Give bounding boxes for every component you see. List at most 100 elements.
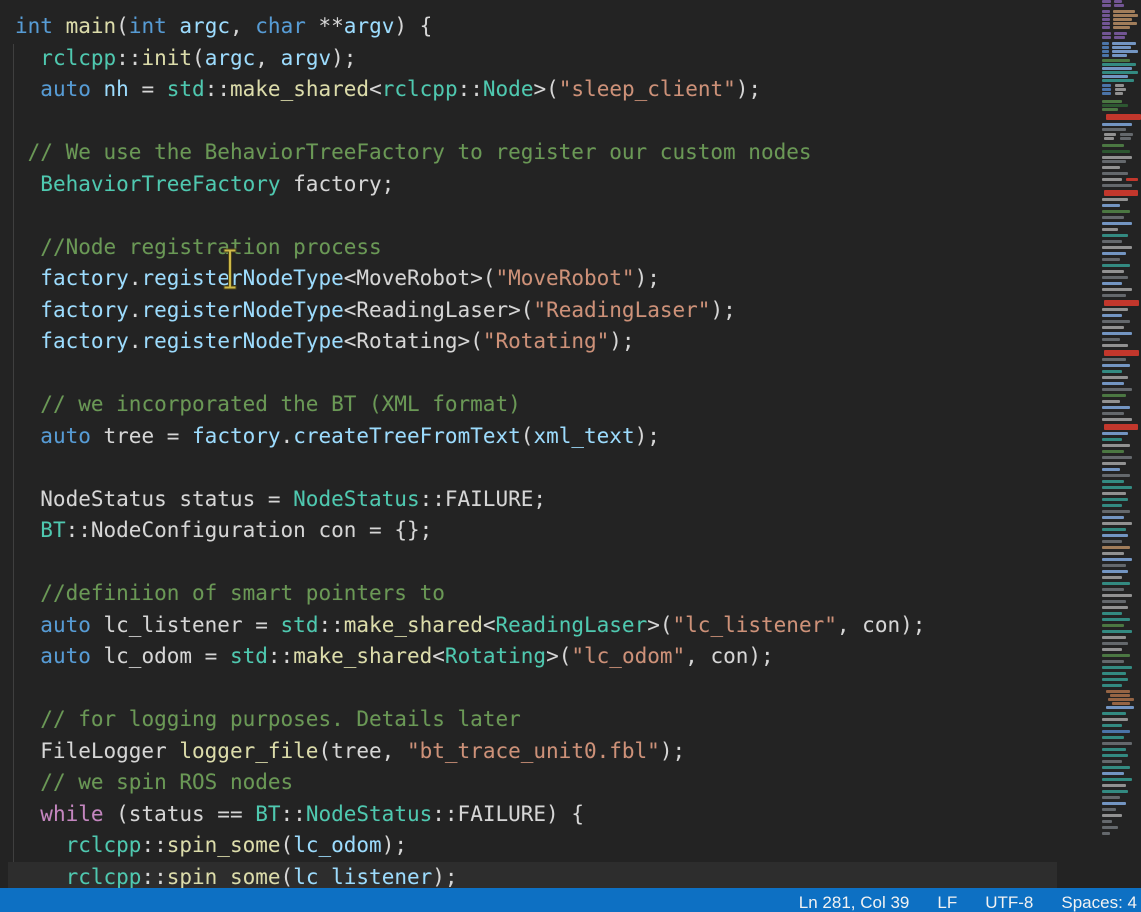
code-token: :: [116,46,141,70]
minimap-line [1102,332,1132,335]
minimap-line [1102,826,1118,829]
code-token [15,46,40,70]
code-line[interactable] [0,358,1057,390]
status-eol-sequence[interactable]: LF [937,893,957,912]
code-line[interactable] [0,452,1057,484]
code-token: Rotating [445,644,546,668]
minimap-line [1102,412,1124,415]
minimap-line [1102,54,1109,57]
code-token [15,77,40,101]
code-token: argc [179,14,230,38]
minimap-line [1102,486,1132,489]
code-line[interactable]: // we incorporated the BT (XML format) [0,389,1057,421]
code-token: NodeStatus [293,487,419,511]
minimap-line [1102,576,1122,579]
minimap-line [1104,424,1138,430]
code-line[interactable]: factory.registerNodeType<ReadingLaser>("… [0,295,1057,327]
minimap-line [1102,522,1132,525]
minimap-line [1102,264,1130,267]
code-line[interactable]: FileLogger logger_file(tree, "bt_trace_u… [0,736,1057,768]
minimap-line [1102,600,1126,603]
code-token: make_shared [344,613,483,637]
minimap-line [1102,618,1130,621]
status-indentation[interactable]: Spaces: 4 [1061,893,1137,912]
code-line[interactable]: // we spin ROS nodes [0,767,1057,799]
code-token: argv [344,14,395,38]
code-token: make_shared [230,77,369,101]
code-token: BT [255,802,280,826]
minimap-line [1102,314,1122,317]
code-line[interactable]: //definiion of smart pointers to [0,578,1057,610]
code-line[interactable]: // for logging purposes. Details later [0,704,1057,736]
minimap-line [1102,588,1124,591]
code-token: ::FAILURE; [420,487,546,511]
minimap-line [1102,742,1132,745]
minimap-line [1102,216,1124,219]
code-token: :: [268,644,293,668]
code-line[interactable]: rclcpp::spin_some(lc_odom); [0,830,1057,862]
minimap-line [1102,678,1128,681]
minimap-line [1102,552,1124,555]
minimap-line [1102,178,1122,181]
code-line[interactable] [0,106,1057,138]
code-token: ); [736,77,761,101]
code-line[interactable]: factory.registerNodeType<MoveRobot>("Mov… [0,263,1057,295]
code-token: ); [635,266,660,290]
minimap-line [1102,468,1120,471]
minimap-line [1102,724,1122,727]
code-line[interactable]: auto lc_listener = std::make_shared<Read… [0,610,1057,642]
code-line[interactable]: BT::NodeConfiguration con = {}; [0,515,1057,547]
minimap-line [1115,84,1124,87]
minimap-line [1102,766,1130,769]
code-token: rclcpp [382,77,458,101]
code-line[interactable]: NodeStatus status = NodeStatus::FAILURE; [0,484,1057,516]
code-line[interactable]: factory.registerNodeType<Rotating>("Rota… [0,326,1057,358]
code-token [15,613,40,637]
code-line[interactable]: auto tree = factory.createTreeFromText(x… [0,421,1057,453]
minimap-line [1102,22,1110,25]
minimap-line [1102,736,1124,739]
minimap-line [1102,672,1126,675]
minimap-line [1102,718,1128,721]
code-token: <Rotating>( [344,329,483,353]
code-line[interactable]: auto nh = std::make_shared<rclcpp::Node>… [0,74,1057,106]
minimap-line [1102,594,1132,597]
code-token: ( [521,424,534,448]
code-token: (tree, [318,739,407,763]
code-line[interactable] [0,200,1057,232]
code-line[interactable]: auto lc_odom = std::make_shared<Rotating… [0,641,1057,673]
code-token: ) { [394,14,432,38]
code-line[interactable] [0,673,1057,705]
minimap-line [1102,612,1122,615]
status-cursor-position[interactable]: Ln 281, Col 39 [799,893,910,912]
status-encoding[interactable]: UTF-8 [985,893,1033,912]
minimap-line [1102,606,1128,609]
minimap-line [1113,14,1138,17]
minimap-line [1102,344,1128,347]
minimap[interactable] [1100,0,1141,888]
minimap-line [1102,166,1120,169]
code-token: rclcpp [66,865,142,889]
code-line[interactable]: rclcpp::init(argc, argv); [0,43,1057,75]
status-bar: Ln 281, Col 39 LF UTF-8 Spaces: 4 [0,888,1141,912]
code-token: >( [647,613,672,637]
minimap-line [1106,114,1141,120]
code-token: init [141,46,192,70]
code-line[interactable]: //Node registration process [0,232,1057,264]
minimap-line [1102,546,1130,549]
code-token: lc_odom [293,833,382,857]
code-line[interactable]: int main(int argc, char **argv) { [0,11,1057,43]
minimap-line [1102,394,1126,397]
code-token: ); [609,329,634,353]
code-token: ( [281,865,294,889]
code-line[interactable]: while (status == BT::NodeStatus::FAILURE… [0,799,1057,831]
minimap-line [1102,222,1132,225]
code-line[interactable]: // We use the BehaviorTreeFactory to reg… [0,137,1057,169]
code-token [167,14,180,38]
minimap-line [1102,198,1128,201]
code-token: , con); [685,644,774,668]
code-line[interactable]: BehaviorTreeFactory factory; [0,169,1057,201]
code-token [15,235,40,259]
code-line[interactable] [0,547,1057,579]
code-area[interactable]: int main(int argc, char **argv) { rclcpp… [0,11,1057,893]
